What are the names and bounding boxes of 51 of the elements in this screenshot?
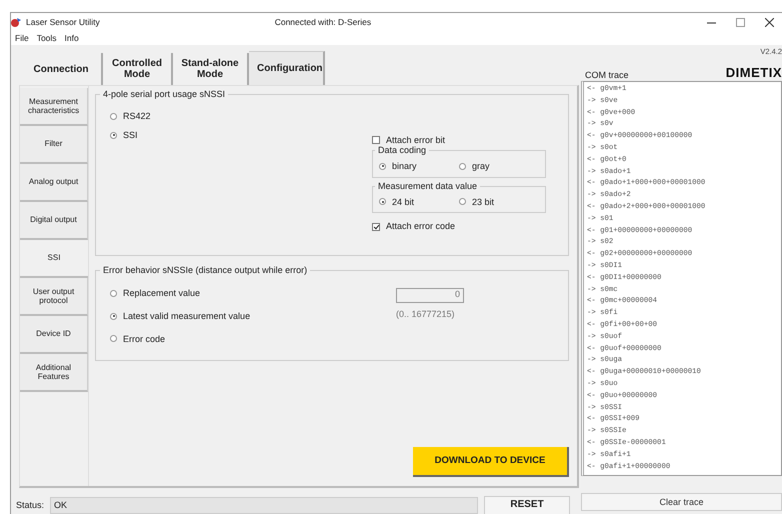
attach-error-code-checkbox[interactable]: Attach error code: [372, 221, 546, 232]
menu-item[interactable]: Tools: [36, 32, 57, 44]
menu-item[interactable]: File: [15, 32, 29, 44]
side-tab[interactable]: Analog output: [20, 164, 88, 202]
close-icon[interactable]: [765, 18, 774, 26]
radio-option[interactable]: gray: [459, 160, 539, 172]
window-title: Laser Sensor Utility: [26, 16, 100, 28]
radio-icon[interactable]: [110, 312, 117, 320]
radio-icon[interactable]: [110, 112, 117, 120]
radio-icon[interactable]: [110, 132, 117, 139]
maximize-icon[interactable]: [736, 18, 745, 26]
checkbox-icon[interactable]: [372, 222, 380, 231]
radio-icon[interactable]: [459, 162, 466, 170]
app-icon: [11, 16, 22, 28]
group-title: 4-pole serial port usage sNSSI: [100, 89, 228, 100]
side-tab[interactable]: Filter: [20, 126, 88, 164]
side-tab[interactable]: Measurement characteristics: [20, 88, 88, 126]
radio-option[interactable]: Replacement value: [110, 288, 396, 299]
radio-option[interactable]: 23 bit: [459, 196, 539, 208]
clear-trace-button[interactable]: Clear trace: [581, 493, 782, 511]
radio-icon[interactable]: [459, 198, 466, 206]
radio-icon[interactable]: [110, 290, 117, 297]
status-label: Status:: [16, 500, 44, 510]
radio-icon[interactable]: [379, 198, 386, 206]
trace-title: COM trace: [585, 70, 629, 81]
value-range: (0.. 16777215): [396, 309, 455, 320]
radio-option[interactable]: binary: [379, 160, 459, 172]
connection-status: Connected with: D-Series: [274, 16, 372, 28]
group-title: Error behavior sNSSIe (distance output while error): [100, 265, 310, 276]
download-button[interactable]: DOWNLOAD TO DEVICE: [413, 447, 569, 477]
attach-error-bit-checkbox[interactable]: Attach error bit: [372, 135, 546, 146]
radio-option[interactable]: Error code: [110, 334, 396, 344]
radio-option[interactable]: SSI: [110, 130, 372, 141]
side-tab[interactable]: Digital output: [20, 202, 88, 240]
radio-icon[interactable]: [110, 335, 117, 342]
radio-icon[interactable]: [379, 162, 386, 170]
replacement-value-field[interactable]: 0: [396, 288, 464, 303]
radio-option[interactable]: Latest valid measurement value: [110, 310, 396, 322]
group-title: Measurement data value: [375, 180, 480, 192]
logo: DIMETIX: [726, 65, 782, 81]
tab[interactable]: Configuration: [249, 51, 325, 85]
side-tab[interactable]: User output protocol: [20, 278, 88, 316]
side-tab[interactable]: Device ID: [20, 316, 88, 354]
checkbox-icon[interactable]: [372, 136, 380, 144]
side-tab[interactable]: Additional Features: [20, 354, 88, 392]
radio-option[interactable]: RS422: [110, 111, 372, 122]
group-title: Data coding: [375, 144, 430, 156]
status-field: OK: [50, 496, 478, 514]
menu-item[interactable]: Info: [64, 32, 79, 44]
reset-button[interactable]: RESET: [484, 496, 570, 514]
radio-option[interactable]: 24 bit: [379, 196, 459, 208]
